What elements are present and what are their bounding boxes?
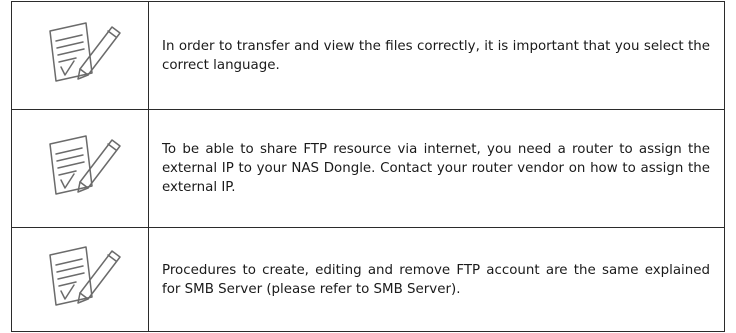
note-row: In order to transfer and view the files … [11, 1, 725, 110]
note-pencil-icon [49, 21, 121, 82]
note-text: Procedures to create, editing and remove… [148, 227, 725, 332]
notes-table: In order to transfer and view the files … [11, 1, 725, 332]
note-text: To be able to share FTP resource via int… [148, 109, 725, 228]
note-icon-cell [11, 109, 149, 228]
note-row: Procedures to create, editing and remove… [11, 227, 725, 332]
note-icon-cell [11, 227, 149, 332]
note-pencil-icon [49, 134, 121, 195]
note-pencil-icon [49, 245, 121, 306]
note-row: To be able to share FTP resource via int… [11, 109, 725, 228]
note-icon-cell [11, 1, 149, 110]
note-text: In order to transfer and view the files … [148, 1, 725, 110]
